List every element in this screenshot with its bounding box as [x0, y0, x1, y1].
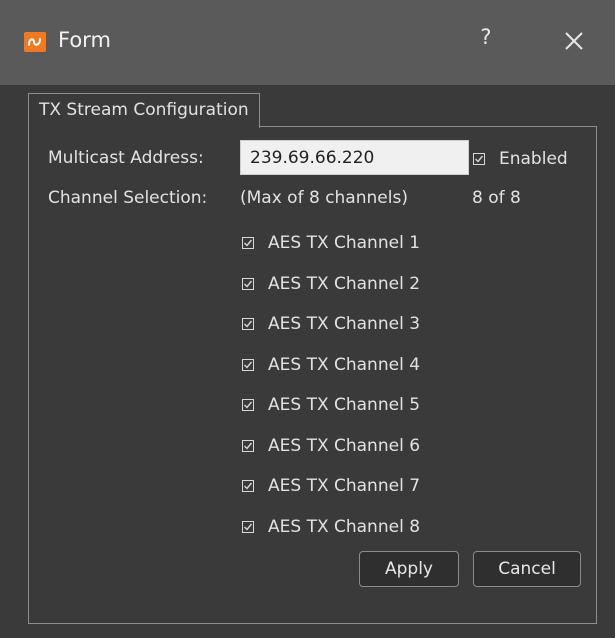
channel-checkbox-1[interactable]: AES TX Channel 1	[242, 231, 420, 255]
enabled-checkbox[interactable]: Enabled	[473, 147, 568, 171]
channel-selection-label: Channel Selection:	[48, 188, 208, 208]
multicast-address-label: Multicast Address:	[48, 148, 204, 168]
channel-label: AES TX Channel 8	[268, 517, 421, 537]
channel-label: AES TX Channel 6	[268, 436, 421, 456]
channel-checkbox-3[interactable]: AES TX Channel 3	[242, 312, 420, 336]
checkbox-checked-icon	[242, 359, 254, 371]
checkbox-checked-icon	[242, 399, 254, 411]
tx-stream-config-group: Multicast Address: Enabled Channel Selec…	[28, 126, 597, 624]
checkbox-checked-icon	[242, 521, 254, 533]
channel-checkbox-7[interactable]: AES TX Channel 7	[242, 474, 420, 498]
window-title: Form	[58, 28, 111, 52]
channel-checkbox-5[interactable]: AES TX Channel 5	[242, 393, 420, 417]
channel-label: AES TX Channel 5	[268, 395, 421, 415]
apply-button[interactable]: Apply	[359, 551, 459, 587]
title-bar: Form ?	[0, 0, 615, 85]
channel-max-hint: (Max of 8 channels)	[240, 188, 408, 208]
cancel-button[interactable]: Cancel	[473, 551, 581, 587]
channel-label: AES TX Channel 4	[268, 355, 421, 375]
channel-label: AES TX Channel 7	[268, 476, 421, 496]
multicast-address-input[interactable]	[240, 140, 469, 175]
channel-checkbox-6[interactable]: AES TX Channel 6	[242, 434, 420, 458]
channel-checkbox-8[interactable]: AES TX Channel 8	[242, 515, 420, 539]
app-logo-icon	[24, 32, 46, 52]
channel-label: AES TX Channel 3	[268, 314, 421, 334]
checkbox-checked-icon	[242, 480, 254, 492]
help-button[interactable]: ?	[476, 25, 496, 55]
checkbox-checked-icon	[473, 153, 485, 165]
close-icon	[565, 32, 583, 50]
close-button[interactable]	[559, 26, 589, 56]
channel-label: AES TX Channel 2	[268, 274, 421, 294]
channel-label: AES TX Channel 1	[268, 233, 421, 253]
channel-count: 8 of 8	[472, 188, 521, 208]
checkbox-checked-icon	[242, 278, 254, 290]
dialog-content: TX Stream Configuration Multicast Addres…	[0, 85, 615, 638]
channel-checkbox-4[interactable]: AES TX Channel 4	[242, 353, 420, 377]
checkbox-checked-icon	[242, 440, 254, 452]
enabled-label: Enabled	[499, 149, 568, 169]
group-title: TX Stream Configuration	[28, 93, 260, 128]
checkbox-checked-icon	[242, 237, 254, 249]
checkbox-checked-icon	[242, 318, 254, 330]
channel-checkbox-2[interactable]: AES TX Channel 2	[242, 272, 420, 296]
